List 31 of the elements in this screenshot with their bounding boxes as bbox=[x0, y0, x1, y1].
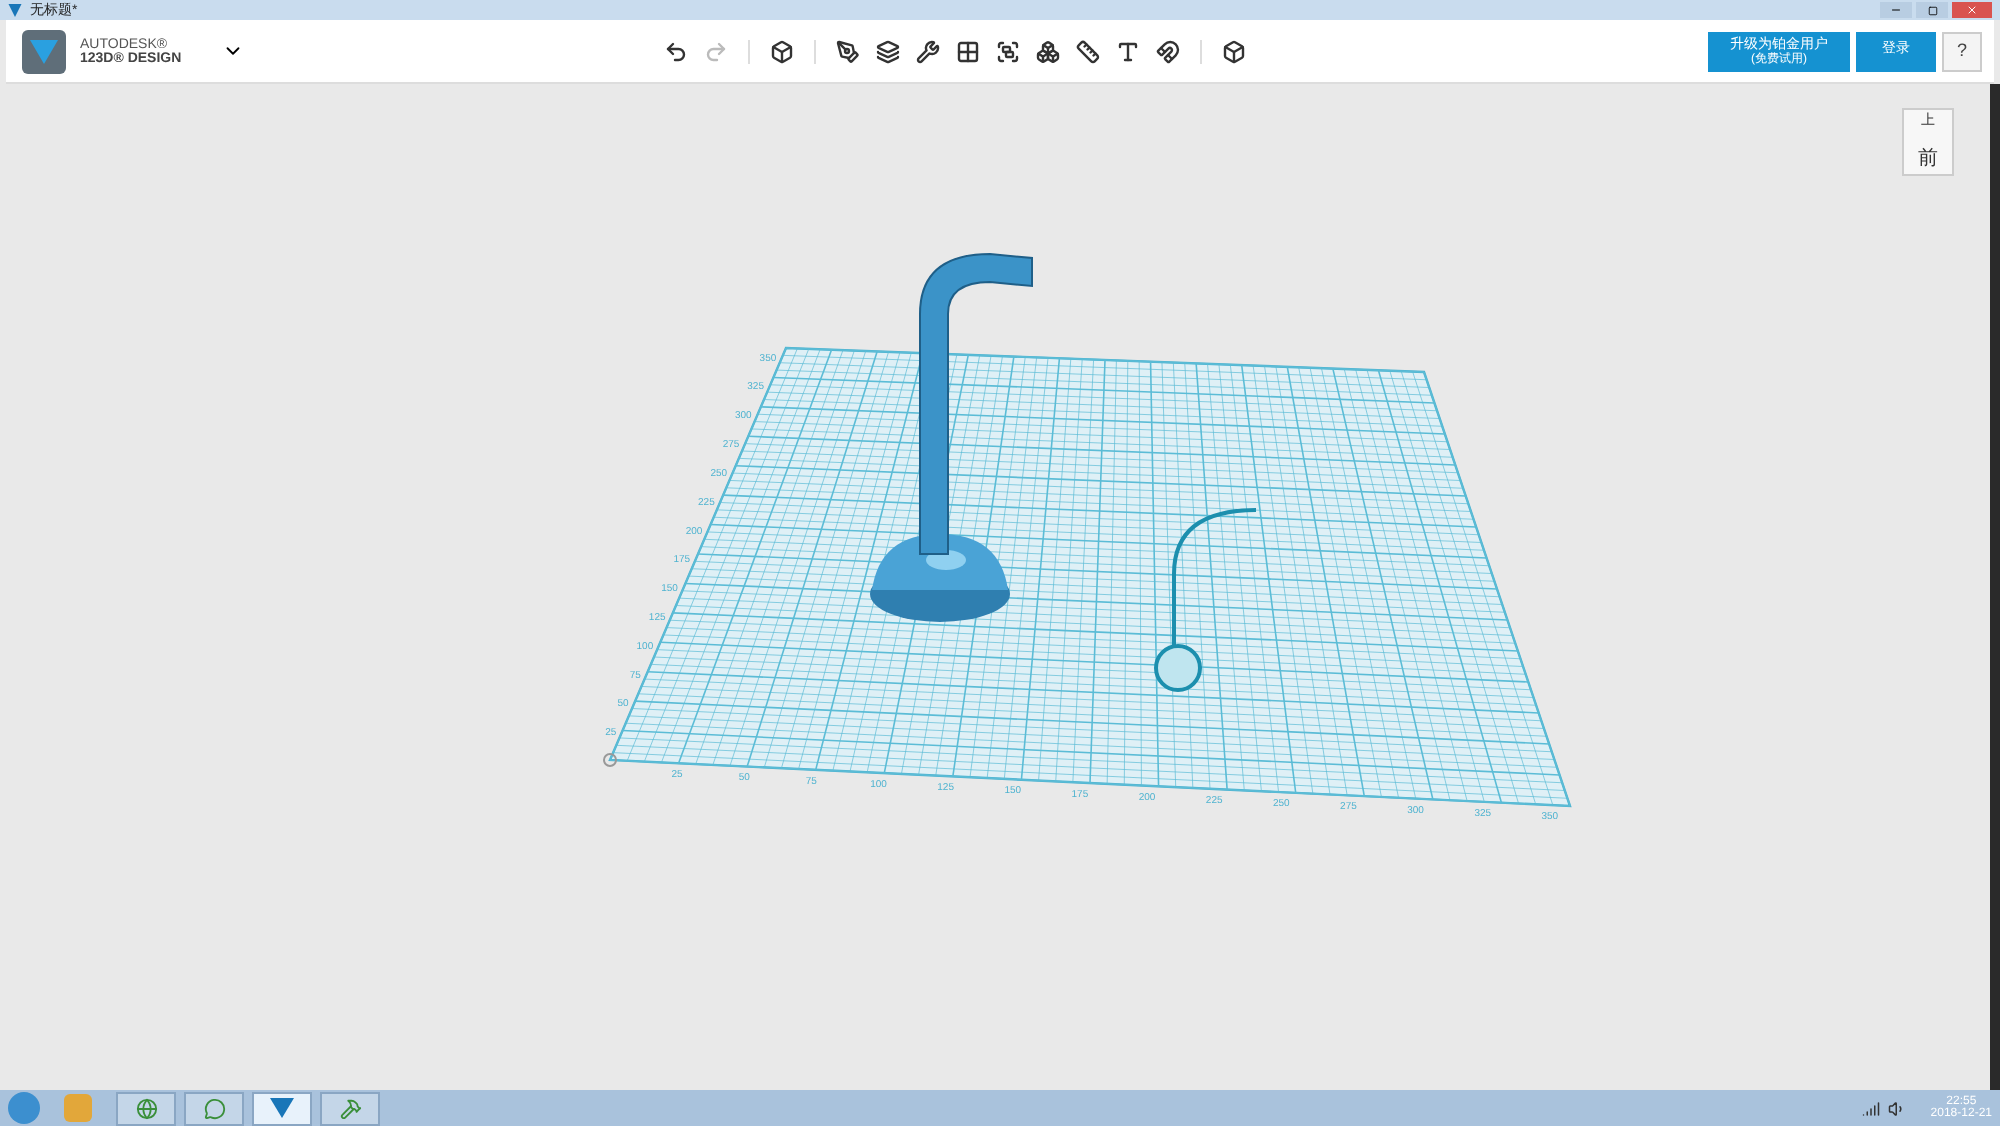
minimize-icon bbox=[1890, 4, 1902, 16]
maximize-icon bbox=[1927, 5, 1937, 15]
pen-icon[interactable] bbox=[835, 39, 860, 63]
app-icon bbox=[8, 3, 22, 17]
magnet-icon[interactable] bbox=[1155, 39, 1180, 63]
cube-icon[interactable] bbox=[1221, 39, 1246, 63]
logo-icon bbox=[270, 1098, 294, 1118]
taskbar-app[interactable] bbox=[252, 1091, 312, 1125]
globe-icon bbox=[135, 1097, 157, 1119]
ruler-icon[interactable] bbox=[1075, 39, 1100, 63]
help-button[interactable]: ? bbox=[1942, 31, 1982, 71]
maximize-button[interactable] bbox=[1916, 2, 1948, 18]
network-icon bbox=[1862, 1099, 1881, 1117]
layers-icon[interactable] bbox=[875, 39, 900, 63]
undo-icon[interactable] bbox=[663, 39, 688, 63]
text-icon[interactable] bbox=[1115, 39, 1140, 63]
hammer-icon bbox=[339, 1097, 361, 1119]
wrench-icon[interactable] bbox=[915, 39, 940, 63]
boxes-icon[interactable] bbox=[1035, 39, 1060, 63]
chat-icon bbox=[203, 1097, 225, 1119]
volume-icon bbox=[1888, 1099, 1907, 1117]
start-button[interactable] bbox=[8, 1092, 40, 1124]
taskbar-app[interactable] bbox=[320, 1091, 380, 1125]
close-icon bbox=[1966, 4, 1978, 16]
cube-icon[interactable] bbox=[769, 39, 794, 63]
taskbar-app[interactable] bbox=[116, 1091, 176, 1125]
logo-icon bbox=[30, 39, 58, 63]
minimize-button[interactable] bbox=[1880, 2, 1912, 18]
group-icon[interactable] bbox=[995, 39, 1020, 63]
taskbar-app[interactable] bbox=[184, 1091, 244, 1125]
grid-icon[interactable] bbox=[955, 39, 980, 63]
